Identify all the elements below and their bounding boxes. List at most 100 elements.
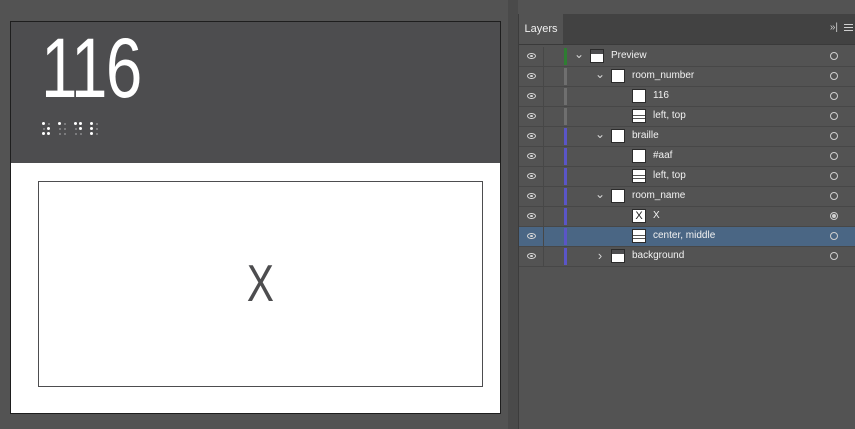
layer-thumbnail: X bbox=[632, 209, 646, 223]
visibility-eye-icon[interactable] bbox=[527, 213, 536, 219]
target-circle-icon[interactable] bbox=[830, 52, 838, 60]
layer-row-preview[interactable]: ⌄ Preview bbox=[519, 47, 855, 67]
layer-color-bar bbox=[564, 88, 567, 105]
layer-name[interactable]: braille bbox=[632, 130, 659, 141]
visibility-eye-icon[interactable] bbox=[527, 193, 536, 199]
target-circle-icon[interactable] bbox=[830, 192, 838, 200]
chevron-down-icon[interactable]: ⌄ bbox=[595, 188, 605, 201]
braille-dot bbox=[74, 127, 77, 130]
tab-layers[interactable]: Layers bbox=[519, 14, 563, 44]
layer-name[interactable]: room_name bbox=[632, 190, 685, 201]
lock-column[interactable] bbox=[543, 127, 544, 146]
target-circle-icon[interactable] bbox=[830, 92, 838, 100]
target-circle-icon[interactable] bbox=[830, 152, 838, 160]
chevron-down-icon[interactable]: ⌄ bbox=[595, 128, 605, 141]
layer-name[interactable]: left, top bbox=[653, 110, 686, 121]
chevron-right-icon[interactable]: › bbox=[595, 249, 605, 262]
visibility-eye-icon[interactable] bbox=[527, 73, 536, 79]
layer-thumbnail bbox=[632, 109, 646, 123]
braille-dot bbox=[90, 122, 93, 125]
braille-dot bbox=[58, 122, 61, 125]
lock-column[interactable] bbox=[543, 87, 544, 106]
layer-row-braille-text[interactable]: #aaf bbox=[519, 147, 855, 167]
visibility-eye-icon[interactable] bbox=[527, 153, 536, 159]
collapse-panel-icon[interactable]: »| bbox=[830, 22, 838, 33]
layer-row-braille[interactable]: ⌄ braille bbox=[519, 127, 855, 147]
lock-column[interactable] bbox=[543, 147, 544, 166]
visibility-eye-icon[interactable] bbox=[527, 53, 536, 59]
layer-name[interactable]: X bbox=[653, 210, 660, 221]
visibility-eye-icon[interactable] bbox=[527, 93, 536, 99]
visibility-eye-icon[interactable] bbox=[527, 233, 536, 239]
target-circle-icon[interactable] bbox=[830, 232, 838, 240]
target-circle-icon[interactable] bbox=[830, 252, 838, 260]
room-number-text[interactable]: 116 bbox=[41, 26, 142, 110]
layer-row-room-name[interactable]: ⌄ room_name bbox=[519, 187, 855, 207]
layer-row-room-number-align[interactable]: left, top bbox=[519, 107, 855, 127]
lock-column[interactable] bbox=[543, 167, 544, 186]
braille-cell bbox=[90, 122, 99, 136]
layer-row-room-number[interactable]: ⌄ room_number bbox=[519, 67, 855, 87]
visibility-eye-icon[interactable] bbox=[527, 173, 536, 179]
layer-color-bar bbox=[564, 68, 567, 85]
layer-name[interactable]: #aaf bbox=[653, 150, 672, 161]
braille-dot bbox=[63, 132, 66, 135]
braille-dot bbox=[79, 127, 82, 130]
target-circle-icon[interactable] bbox=[830, 132, 838, 140]
layer-name[interactable]: background bbox=[632, 250, 684, 261]
layer-color-bar bbox=[564, 168, 567, 185]
lock-column[interactable] bbox=[543, 227, 544, 246]
braille-text[interactable] bbox=[42, 122, 99, 136]
braille-dot bbox=[47, 122, 50, 125]
visibility-eye-icon[interactable] bbox=[527, 133, 536, 139]
layers-list: ⌄ Preview ⌄ room_number 116 left, top ⌄ braille… bbox=[519, 47, 855, 267]
braille-dot bbox=[95, 122, 98, 125]
braille-dot bbox=[95, 127, 98, 130]
braille-dot bbox=[63, 127, 66, 130]
lock-column[interactable] bbox=[543, 247, 544, 266]
layer-name[interactable]: center, middle bbox=[653, 230, 715, 241]
panel-tab-bar: Layers »| bbox=[519, 14, 855, 45]
layer-thumbnail bbox=[611, 189, 625, 203]
layer-row-room-name-align[interactable]: center, middle bbox=[519, 227, 855, 247]
room-name-frame[interactable]: X bbox=[38, 181, 483, 387]
chevron-down-icon[interactable]: ⌄ bbox=[574, 48, 584, 61]
sign-artboard[interactable]: 116 X bbox=[10, 21, 501, 414]
target-circle-icon[interactable] bbox=[830, 172, 838, 180]
layer-color-bar bbox=[564, 108, 567, 125]
layer-color-bar bbox=[564, 208, 567, 225]
layer-row-braille-align[interactable]: left, top bbox=[519, 167, 855, 187]
layer-color-bar bbox=[564, 128, 567, 145]
layer-row-background[interactable]: › background bbox=[519, 247, 855, 267]
layer-thumbnail bbox=[632, 169, 646, 183]
lock-column[interactable] bbox=[543, 207, 544, 226]
lock-column[interactable] bbox=[543, 47, 544, 66]
layer-name[interactable]: left, top bbox=[653, 170, 686, 181]
target-circle-icon[interactable] bbox=[830, 72, 838, 80]
layer-thumbnail bbox=[611, 249, 625, 263]
layer-row-room-number-text[interactable]: 116 bbox=[519, 87, 855, 107]
chevron-down-icon[interactable]: ⌄ bbox=[595, 68, 605, 81]
target-circle-icon[interactable] bbox=[830, 112, 838, 120]
lock-column[interactable] bbox=[543, 107, 544, 126]
lock-column[interactable] bbox=[543, 67, 544, 86]
layer-color-bar bbox=[564, 248, 567, 265]
layer-name[interactable]: 116 bbox=[653, 90, 669, 101]
panel-menu-icon[interactable] bbox=[844, 22, 853, 33]
layer-thumbnail bbox=[611, 69, 625, 83]
layer-thumbnail bbox=[632, 89, 646, 103]
visibility-eye-icon[interactable] bbox=[527, 113, 536, 119]
layer-name[interactable]: room_number bbox=[632, 70, 694, 81]
panel-gutter bbox=[508, 0, 518, 429]
target-circle-icon[interactable] bbox=[830, 212, 838, 220]
lock-column[interactable] bbox=[543, 187, 544, 206]
layer-row-room-name-text[interactable]: XX bbox=[519, 207, 855, 227]
braille-dot bbox=[90, 132, 93, 135]
panel-controls: »| bbox=[830, 22, 853, 33]
layer-thumbnail bbox=[590, 49, 604, 63]
room-name-text[interactable]: X bbox=[247, 254, 274, 314]
braille-dot bbox=[95, 132, 98, 135]
visibility-eye-icon[interactable] bbox=[527, 253, 536, 259]
layer-name[interactable]: Preview bbox=[611, 50, 647, 61]
panel-top-strip bbox=[518, 0, 855, 15]
